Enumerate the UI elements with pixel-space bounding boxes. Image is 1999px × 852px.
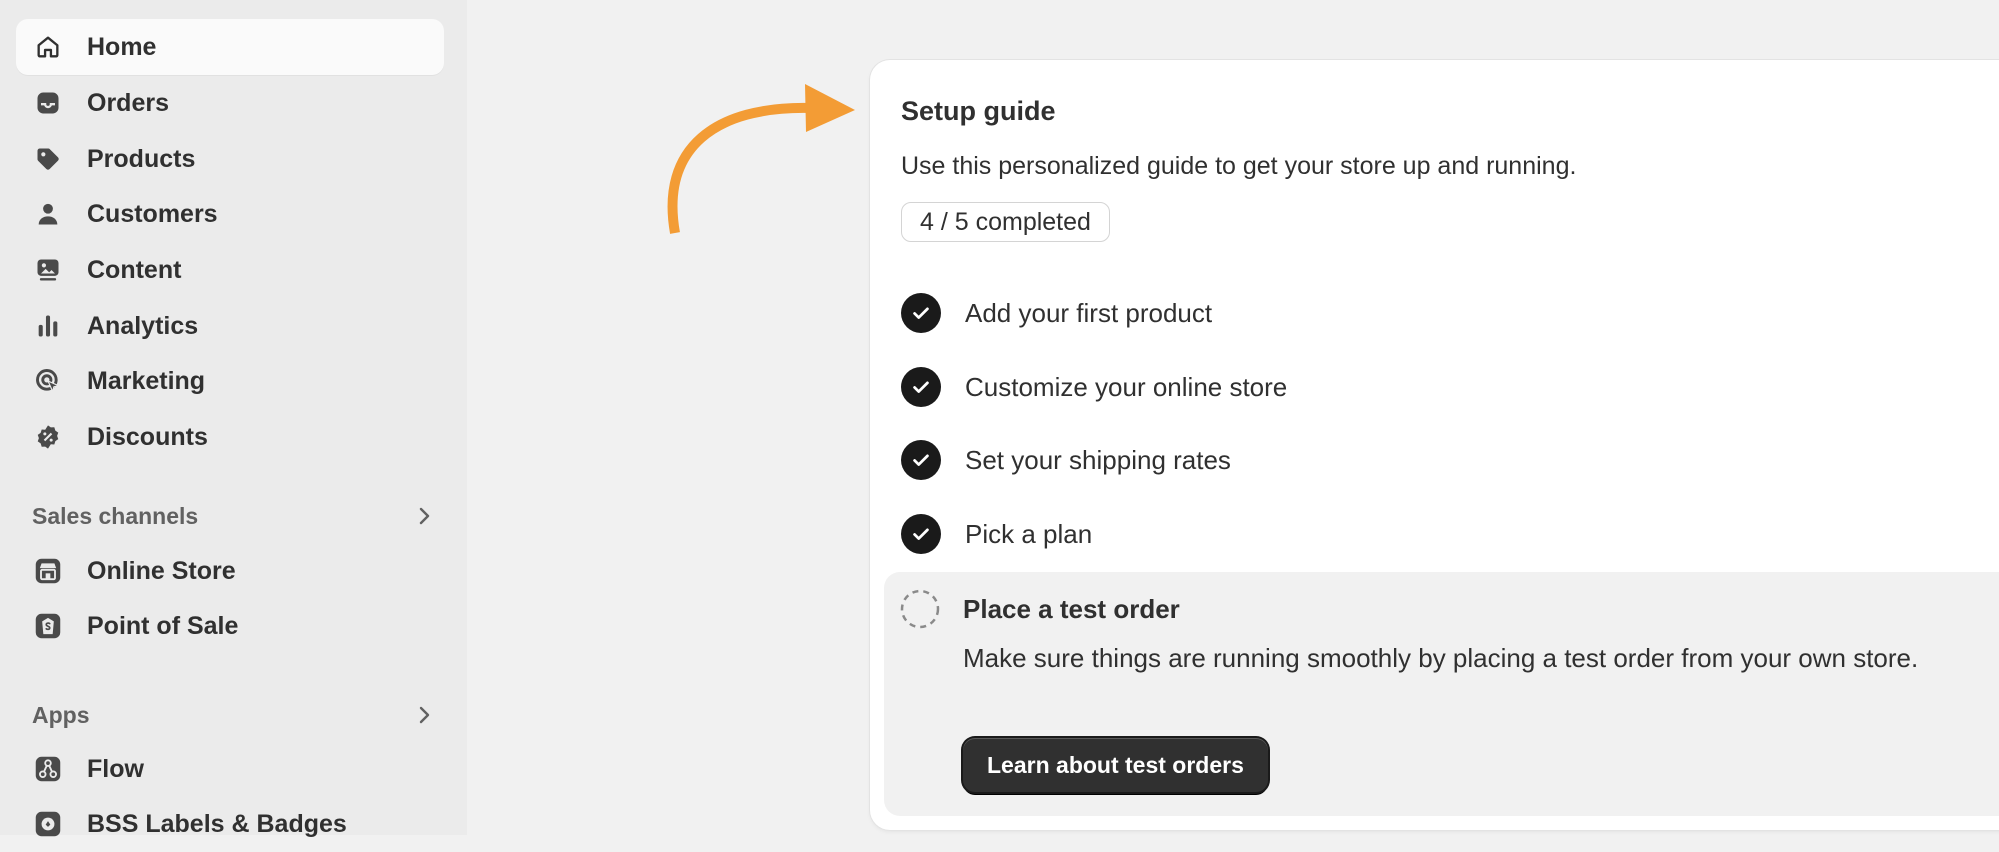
- apps-header[interactable]: Apps: [32, 697, 442, 733]
- setup-guide-card: Setup guide Use this personalized guide …: [870, 60, 1999, 830]
- task-label: Customize your online store: [965, 371, 1288, 402]
- sidebar-item-label: BSS Labels & Badges: [87, 810, 347, 838]
- section-title: Sales channels: [32, 502, 199, 529]
- task-shipping-rates[interactable]: Set your shipping rates: [901, 436, 1999, 484]
- sidebar-item-discounts[interactable]: Discounts: [16, 409, 444, 465]
- sidebar-item-marketing[interactable]: Marketing: [16, 353, 444, 409]
- chevron-right-icon: [419, 706, 430, 724]
- sidebar-item-customers[interactable]: Customers: [16, 186, 444, 242]
- task-pick-plan[interactable]: Pick a plan: [901, 510, 1999, 558]
- tag-icon: [34, 145, 62, 173]
- sidebar-item-label: Point of Sale: [87, 612, 239, 640]
- sidebar-item-analytics[interactable]: Analytics: [16, 298, 444, 354]
- image-icon: [34, 256, 62, 284]
- sidebar-item-label: Marketing: [87, 367, 206, 395]
- sidebar-item-label: Products: [87, 145, 196, 173]
- sidebar-item-home[interactable]: Home: [16, 19, 444, 75]
- bss-icon: [34, 810, 62, 838]
- sidebar-item-label: Orders: [87, 89, 169, 117]
- checkmark-icon: [901, 514, 941, 554]
- task-label: Set your shipping rates: [965, 444, 1231, 475]
- sidebar-item-point-of-sale[interactable]: Point of Sale: [16, 598, 444, 654]
- checkmark-icon: [901, 440, 941, 480]
- person-icon: [34, 200, 62, 228]
- discount-icon: [34, 423, 62, 451]
- pointer-arrow-icon: [667, 84, 855, 234]
- sidebar-item-label: Content: [87, 256, 182, 284]
- bar-chart-icon: [34, 312, 62, 340]
- open-task-description: Make sure things are running smoothly by…: [963, 643, 1919, 673]
- task-customize-store[interactable]: Customize your online store: [901, 363, 1999, 411]
- task-label: Pick a plan: [965, 518, 1093, 549]
- sidebar-item-products[interactable]: Products: [16, 131, 444, 187]
- sales-channels-header[interactable]: Sales channels: [32, 498, 442, 534]
- home-icon: [34, 33, 62, 61]
- sidebar-item-label: Home: [87, 33, 157, 61]
- setup-guide-title: Setup guide: [901, 96, 1056, 126]
- pos-icon: [34, 612, 62, 640]
- inbox-icon: [34, 89, 62, 117]
- chevron-right-icon: [419, 507, 430, 525]
- flow-icon: [34, 755, 62, 783]
- section-title: Apps: [32, 701, 90, 728]
- sidebar-item-label: Online Store: [87, 557, 236, 585]
- incomplete-circle-icon: [900, 589, 940, 629]
- sidebar-item-label: Discounts: [87, 423, 208, 451]
- progress-badge: 4 / 5 completed: [901, 202, 1110, 242]
- sidebar: Home Orders Products Customers Content A…: [0, 0, 467, 838]
- sidebar-item-label: Customers: [87, 200, 218, 228]
- sidebar-item-label: Analytics: [87, 312, 199, 340]
- storefront-icon: [34, 557, 62, 585]
- sidebar-item-online-store[interactable]: Online Store: [16, 543, 444, 599]
- target-icon: [34, 367, 62, 395]
- task-label: Add your first product: [965, 297, 1213, 328]
- sidebar-item-bss-labels[interactable]: BSS Labels & Badges: [16, 796, 444, 852]
- task-place-test-order[interactable]: Place a test order Make sure things are …: [884, 572, 1999, 816]
- task-add-first-product[interactable]: Add your first product: [901, 289, 1999, 337]
- setup-guide-description: Use this personalized guide to get your …: [901, 152, 1577, 180]
- open-task-title: Place a test order: [963, 594, 1180, 624]
- checkmark-icon: [901, 293, 941, 333]
- sidebar-item-content[interactable]: Content: [16, 242, 444, 298]
- sidebar-item-flow[interactable]: Flow: [16, 741, 444, 797]
- sidebar-item-label: Flow: [87, 755, 144, 783]
- sidebar-item-orders[interactable]: Orders: [16, 75, 444, 131]
- checkmark-icon: [901, 367, 941, 407]
- learn-test-orders-button[interactable]: Learn about test orders: [963, 738, 1268, 792]
